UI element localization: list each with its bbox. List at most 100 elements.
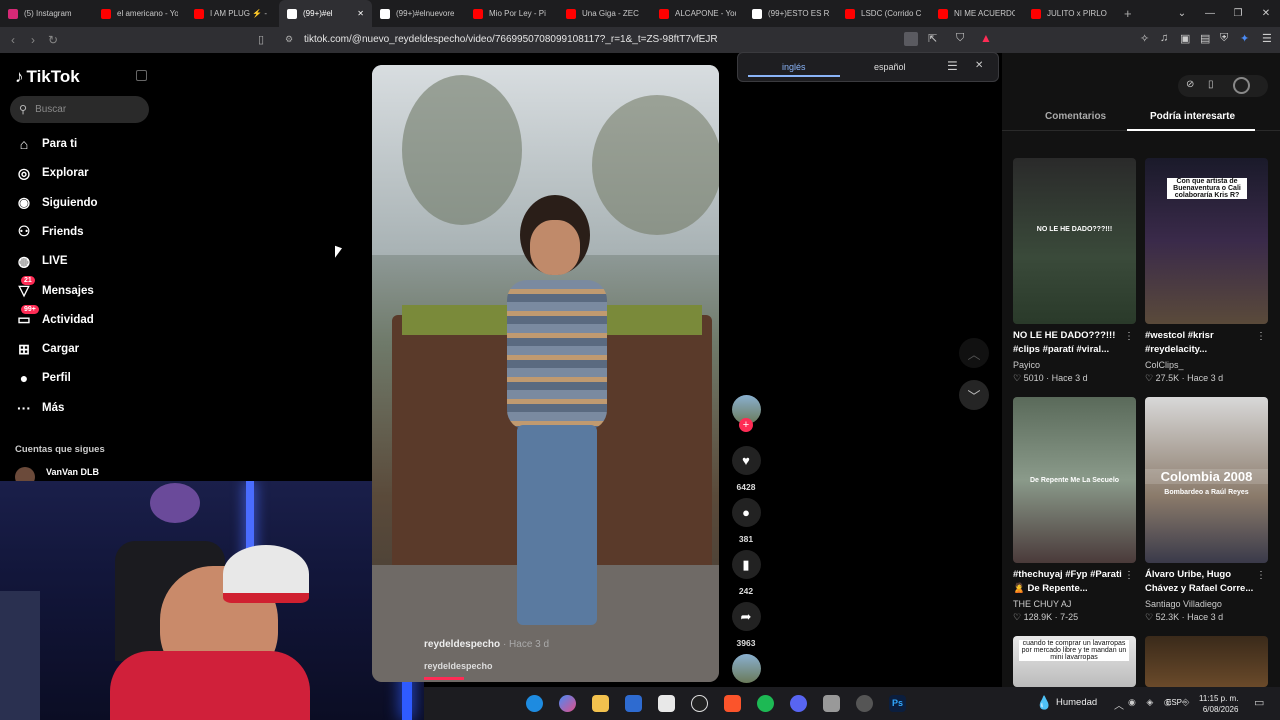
tray-icons[interactable]: ◉ ◈ ◎ ⎆ (1128, 697, 1193, 708)
video-author-name[interactable]: ColClips_ (1145, 360, 1270, 370)
tray-chevron-icon[interactable]: ︿ (1114, 697, 1124, 712)
sidebar-item-actividad[interactable]: ▭ 99+ Actividad (15, 304, 94, 330)
browser-tab[interactable]: I AM PLUG ⚡ - (186, 0, 279, 27)
save-button[interactable]: ▮ 242 (731, 550, 761, 596)
close-tab-icon[interactable]: ✕ (357, 9, 364, 18)
more-options-icon[interactable]: ⋮ (1124, 570, 1134, 581)
follow-plus-icon[interactable]: + (739, 418, 753, 432)
settings-gear-icon[interactable] (848, 687, 881, 720)
wallet-icon[interactable]: ▤ (1200, 32, 1210, 45)
sound-disc-button[interactable] (731, 654, 761, 683)
spotify-icon[interactable] (749, 687, 782, 720)
sidebar-item-mensajes[interactable]: ▽ 21 Mensajes (15, 275, 94, 301)
video-author-name[interactable]: Payico (1013, 360, 1138, 370)
translate-menu-icon[interactable]: ☰ (947, 59, 958, 73)
video-author[interactable]: reydeldespecho · Hace 3 d (424, 639, 549, 650)
more-options-icon[interactable]: ⋮ (1256, 331, 1266, 342)
tab-suggested[interactable]: Podría interesarte (1150, 111, 1235, 122)
sidebar-item-cargar[interactable]: ⊞ Cargar (15, 339, 79, 359)
close-icon[interactable]: ✕ (975, 60, 983, 71)
sidebar-item-más[interactable]: ··· Más (15, 398, 64, 418)
video-thumbnail[interactable]: cuando te comprar un lavarropas por merc… (1013, 636, 1136, 687)
brave-app-icon[interactable] (716, 687, 749, 720)
translate-icon[interactable] (904, 32, 918, 46)
browser-tab[interactable]: NI ME ACUERDO (930, 0, 1023, 27)
browser-tab[interactable]: (99+)#el ✕ (279, 0, 372, 27)
browser-tab[interactable]: ALCAPONE - You (651, 0, 744, 27)
next-video-button[interactable]: ﹀ (959, 380, 989, 410)
suggested-video-card[interactable]: Con que artista de Buenaventura o Cali c… (1145, 158, 1270, 384)
translate-source-lang[interactable]: inglés (782, 62, 806, 72)
video-caption[interactable]: #westcol #krisr #reydelacity... (1145, 329, 1257, 357)
vpn-icon[interactable]: ⛨ (1220, 32, 1228, 45)
suggested-video-card[interactable]: NO LE HE DADO???!!! NO LE HE DADO???!!! #… (1013, 158, 1138, 384)
video-caption[interactable]: NO LE HE DADO???!!! #clips #paratí #vira… (1013, 329, 1125, 357)
site-settings-icon[interactable]: ⚙ (285, 34, 293, 45)
browser-tab[interactable]: el americano - Yo (93, 0, 186, 27)
copilot-app-icon[interactable] (551, 687, 584, 720)
extensions-icon[interactable]: ✧ (1140, 32, 1149, 45)
browser-tab[interactable]: Mio Por Ley - Pi (465, 0, 558, 27)
browser-tab[interactable]: (5) Instagram (0, 0, 93, 27)
more-options-icon[interactable]: ⋮ (1124, 331, 1134, 342)
photoshop-icon[interactable]: Ps (881, 687, 914, 720)
video-thumbnail[interactable]: Colombia 2008 Bombardeo a Raúl Reyes (1145, 397, 1268, 563)
suggested-video-card[interactable] (1145, 636, 1270, 687)
suggested-video-card[interactable]: De Repente Me La Secuelo #thechuyaj #Fyp … (1013, 397, 1138, 623)
translate-target-lang[interactable]: español (874, 62, 906, 72)
menu-icon[interactable]: ☰ (1262, 32, 1272, 45)
weather-widget[interactable]: Humedad (1056, 697, 1097, 708)
browser-tab[interactable]: JULITO x PIRLO (1023, 0, 1116, 27)
brave-ai-icon[interactable]: ✦ (1240, 32, 1249, 45)
sidebar-item-siguiendo[interactable]: ◉ Siguiendo (15, 193, 98, 213)
browser-tab[interactable]: (99+)ESTO ES R (744, 0, 837, 27)
tab-list-icon[interactable]: ⌄ (1168, 8, 1196, 19)
edge-app-icon[interactable] (518, 687, 551, 720)
video-thumbnail[interactable]: Con que artista de Buenaventura o Cali c… (1145, 158, 1268, 324)
suggested-video-card[interactable]: cuando te comprar un lavarropas por merc… (1013, 636, 1138, 687)
video-thumbnail[interactable] (1145, 636, 1268, 687)
collapse-sidebar-icon[interactable] (136, 70, 147, 81)
video-author-name[interactable]: THE CHUY AJ (1013, 599, 1138, 609)
video-thumbnail[interactable]: De Repente Me La Secuelo (1013, 397, 1136, 563)
reload-icon[interactable]: ↻ (43, 33, 63, 47)
discord-icon[interactable] (782, 687, 815, 720)
like-button[interactable]: ♥ 6428 (731, 446, 761, 492)
brave-shield-icon[interactable]: ⛉ (956, 32, 964, 45)
device-icon[interactable]: ▯ (1208, 79, 1214, 90)
sidebar-toggle-icon[interactable]: ▣ (1180, 32, 1190, 45)
sidebar-item-para-ti[interactable]: ⌂ Para ti (15, 134, 77, 154)
bookmark-icon[interactable]: ▯ (258, 33, 264, 46)
file-explorer-icon[interactable] (584, 687, 617, 720)
profile-avatar-icon[interactable] (1233, 77, 1250, 94)
media-icon[interactable]: ♫ (1160, 32, 1168, 44)
explore-icon[interactable]: ⊘ (1186, 79, 1194, 90)
weather-icon[interactable]: 💧 (1036, 695, 1052, 711)
creator-avatar-button[interactable]: + (731, 395, 761, 432)
forward-icon[interactable]: › (23, 33, 43, 47)
more-options-icon[interactable]: ⋮ (1256, 570, 1266, 581)
sidebar-item-live[interactable]: ◍ LIVE (15, 251, 68, 271)
notification-icon[interactable]: ▭ (1254, 696, 1264, 709)
clock[interactable]: 11:15 p. m. 6/08/2026 (1199, 693, 1238, 715)
maximize-button[interactable]: ❐ (1224, 8, 1252, 19)
new-tab-button[interactable]: + (1124, 6, 1132, 21)
search-input[interactable]: ⚲ Buscar (10, 96, 149, 123)
progress-bar[interactable] (424, 677, 464, 680)
tiktok-logo[interactable]: ♪ TikTok (15, 67, 80, 87)
chatgpt-icon[interactable] (683, 687, 716, 720)
sidebar-item-explorar[interactable]: ◎ Explorar (15, 163, 89, 183)
browser-tab[interactable]: Una Giga - ZEC (558, 0, 651, 27)
browser-tab[interactable]: LSDC (Corrido C (837, 0, 930, 27)
video-caption[interactable]: Álvaro Uribe, Hugo Chávez y Rafael Corre… (1145, 568, 1257, 596)
following-account[interactable]: VanVan DLB (46, 467, 99, 477)
store-icon[interactable] (650, 687, 683, 720)
suggested-video-card[interactable]: Colombia 2008 Bombardeo a Raúl Reyes Álvar… (1145, 397, 1270, 623)
share-icon[interactable]: ⇱ (928, 32, 937, 45)
sidebar-item-perfil[interactable]: ● Perfil (15, 368, 71, 388)
video-author-name[interactable]: Santiago Villadiego (1145, 599, 1270, 609)
rewards-icon[interactable]: ▲ (980, 31, 992, 45)
share-button[interactable]: ➦ 3963 (731, 602, 761, 648)
sidebar-item-friends[interactable]: ⚇ Friends (15, 222, 84, 242)
browser-tab[interactable]: (99+)#elnuevore (372, 0, 465, 27)
